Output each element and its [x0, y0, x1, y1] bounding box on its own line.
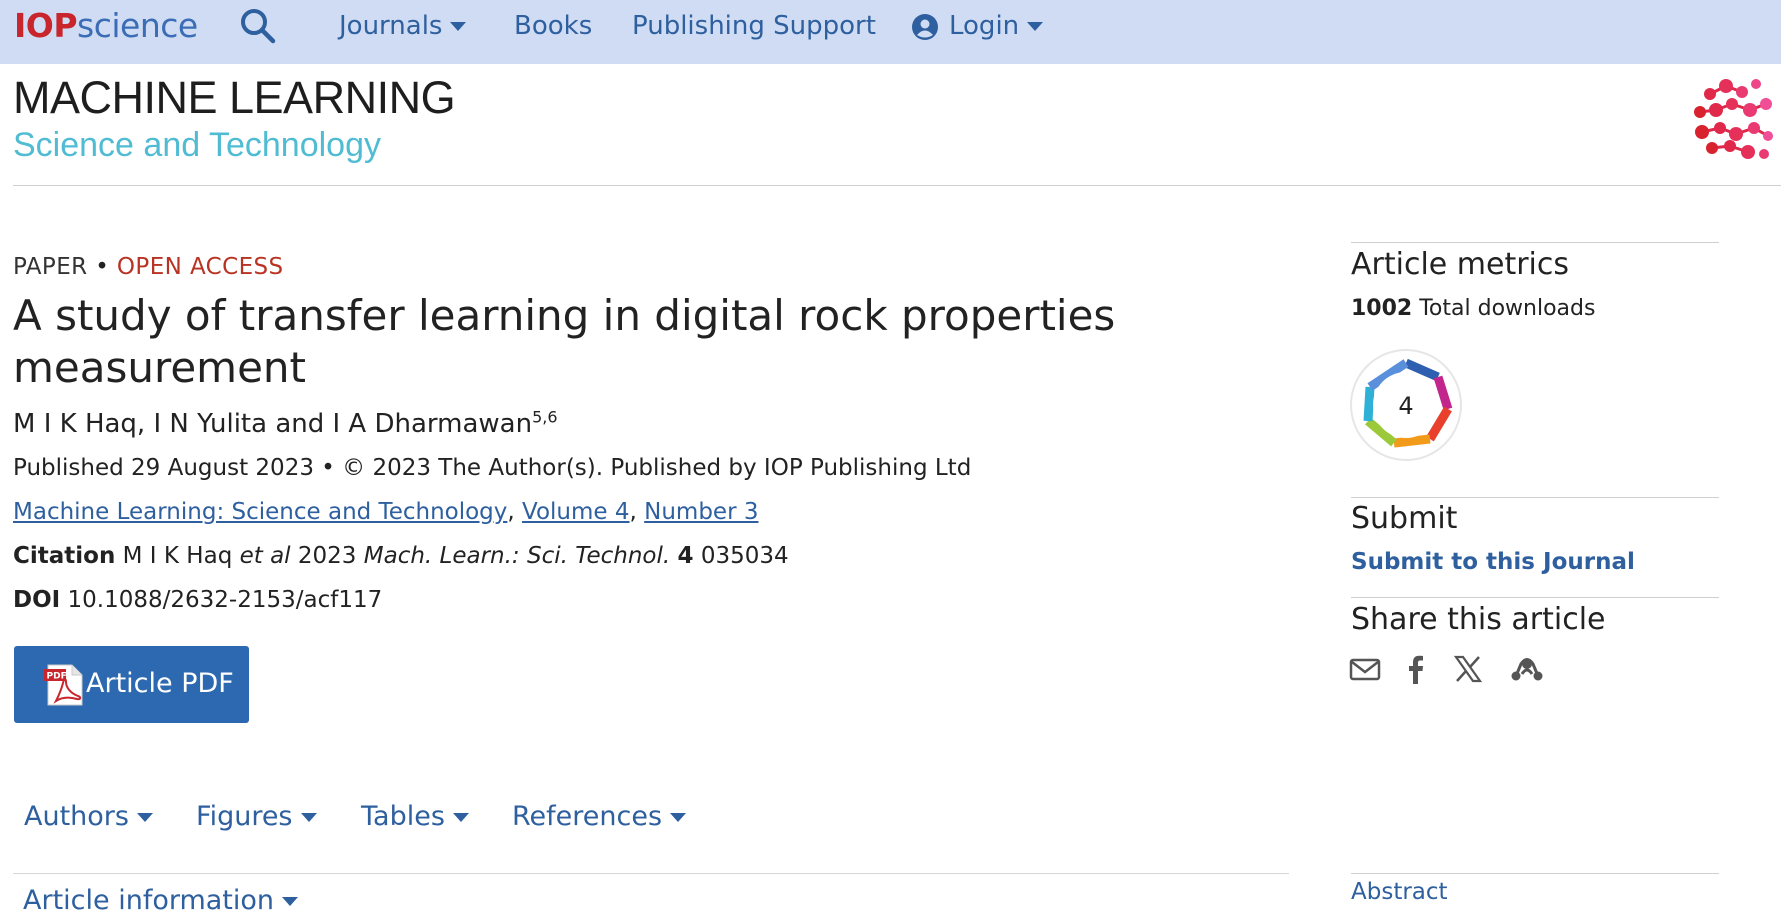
citation-volume: 4	[677, 543, 694, 569]
open-access-label: OPEN ACCESS	[116, 254, 284, 280]
nav-publishing-support-link[interactable]: Publishing Support	[632, 8, 876, 44]
number-link[interactable]: Number 3	[644, 499, 758, 525]
tab-tables-label: Tables	[361, 801, 445, 832]
journal-subtitle[interactable]: Science and Technology	[13, 124, 381, 166]
tab-authors-label: Authors	[24, 801, 129, 832]
top-nav-bar: IOPscience Journals Books Publishing Sup…	[0, 0, 1781, 64]
tab-references-label: References	[512, 801, 663, 832]
author-names[interactable]: M I K Haq, I N Yulita and I A Dharmawan	[13, 409, 532, 439]
article-title: A study of transfer learning in digital …	[13, 291, 1116, 392]
tabs-divider	[13, 873, 1289, 874]
article-metrics-heading: Article metrics	[1351, 247, 1570, 282]
citation-line: Citation M I K Haq et al 2023 Mach. Lear…	[13, 540, 789, 572]
sidebar-divider	[1351, 873, 1719, 874]
citation-year: 2023	[297, 543, 357, 569]
article-type-line: PAPER • OPEN ACCESS	[13, 252, 284, 282]
total-downloads: 1002 Total downloads	[1351, 294, 1595, 324]
search-icon[interactable]	[238, 6, 278, 46]
volume-link[interactable]: Volume 4	[522, 499, 630, 525]
nav-login-menu[interactable]: Login	[911, 8, 1044, 44]
nav-publishing-support-label: Publishing Support	[632, 11, 876, 41]
published-line: Published 29 August 2023 • © 2023 The Au…	[13, 455, 972, 481]
chevron-down-icon	[136, 813, 153, 822]
downloads-count: 1002	[1351, 296, 1413, 321]
citation-authors: M I K Haq	[122, 543, 233, 569]
user-circle-icon	[912, 13, 938, 40]
tab-references[interactable]: References	[512, 799, 687, 835]
nav-books-link[interactable]: Books	[514, 8, 592, 44]
journal-title[interactable]: MACHINE LEARNING	[13, 72, 456, 124]
sidebar-divider	[1351, 497, 1719, 498]
email-icon[interactable]	[1348, 652, 1382, 686]
citation-label: Citation	[13, 543, 116, 569]
nav-books-label: Books	[514, 11, 593, 41]
type-separator: •	[95, 254, 110, 280]
pdf-file-icon: PDF	[44, 664, 83, 706]
submit-heading: Submit	[1351, 501, 1458, 536]
chevron-down-icon	[1027, 22, 1044, 31]
doi-value: 10.1088/2632-2153/acf117	[67, 587, 383, 613]
logo-science-text: science	[77, 6, 198, 45]
chevron-down-icon	[300, 813, 317, 822]
sidebar-divider	[1351, 597, 1719, 598]
citation-journal: Mach. Learn.: Sci. Technol.	[363, 543, 671, 569]
abstract-link[interactable]: Abstract	[1351, 876, 1448, 908]
journal-issue-links: Machine Learning: Science and Technology…	[13, 499, 759, 525]
altmetric-score: 4	[1398, 392, 1413, 420]
chevron-down-icon	[670, 813, 687, 822]
chevron-down-icon	[452, 813, 469, 822]
author-list: M I K Haq, I N Yulita and I A Dharmawan5…	[13, 406, 558, 442]
mendeley-icon[interactable]	[1508, 652, 1546, 686]
article-pdf-button[interactable]: PDF Article PDF	[14, 646, 249, 723]
header-divider	[13, 185, 1781, 186]
citation-article-number: 035034	[700, 543, 789, 569]
nav-journals-menu[interactable]: Journals	[339, 8, 467, 44]
chevron-down-icon	[450, 22, 467, 31]
nav-journals-label: Journals	[339, 11, 443, 41]
share-heading: Share this article	[1351, 602, 1606, 637]
tab-figures[interactable]: Figures	[196, 799, 317, 835]
altmetric-badge[interactable]: 4	[1348, 347, 1464, 463]
doi-label: DOI	[13, 587, 61, 613]
submit-to-journal-link[interactable]: Submit to this Journal	[1351, 546, 1635, 578]
article-type-label: PAPER	[13, 254, 88, 280]
article-pdf-label: Article PDF	[86, 668, 234, 699]
chevron-down-icon	[282, 897, 299, 906]
iopscience-logo[interactable]: IOPscience	[14, 6, 198, 46]
facebook-icon[interactable]	[1399, 652, 1433, 686]
tab-authors[interactable]: Authors	[24, 799, 153, 835]
molecule-dots-logo[interactable]	[1690, 74, 1776, 164]
x-twitter-icon[interactable]	[1451, 652, 1485, 686]
article-information-toggle[interactable]: Article information	[23, 884, 299, 911]
sidebar-divider	[1351, 242, 1719, 243]
downloads-label: Total downloads	[1419, 296, 1596, 321]
journal-link[interactable]: Machine Learning: Science and Technology	[13, 499, 507, 525]
nav-login-label: Login	[949, 11, 1020, 41]
tab-tables[interactable]: Tables	[361, 799, 469, 835]
article-information-label: Article information	[23, 885, 275, 911]
author-affiliation-sup: 5,6	[532, 407, 558, 427]
tab-figures-label: Figures	[196, 801, 293, 832]
doi-line: DOI 10.1088/2632-2153/acf117	[13, 584, 382, 616]
citation-etal: et al	[239, 543, 291, 569]
logo-iop-text: IOP	[14, 6, 78, 45]
